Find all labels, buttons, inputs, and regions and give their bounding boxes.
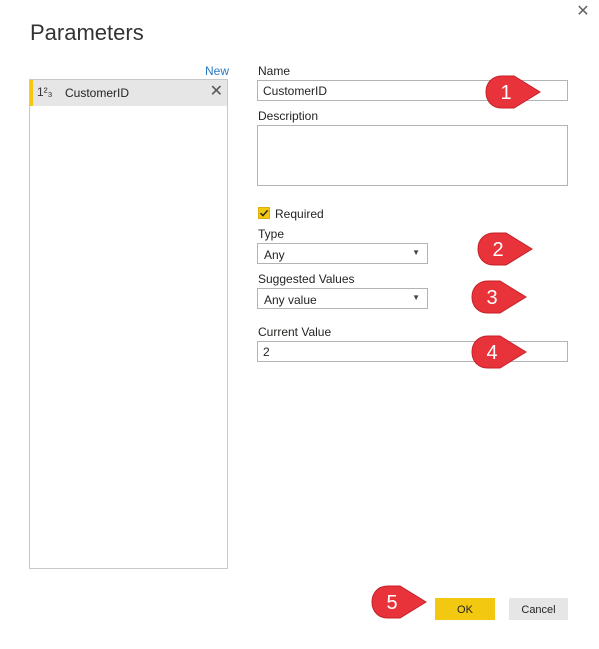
checkmark-icon: [259, 209, 269, 217]
remove-icon[interactable]: ✕: [210, 83, 223, 101]
callout-marker-1: 1: [485, 75, 541, 109]
callout-number-5: 5: [386, 592, 397, 614]
new-parameter-link[interactable]: New: [205, 64, 229, 78]
callout-marker-3: 3: [471, 280, 527, 314]
suggested-values-dropdown[interactable]: Any value ▼: [257, 288, 428, 309]
callout-marker-5: 5: [371, 585, 427, 619]
parameter-list: 1²₃ CustomerID ✕: [29, 79, 228, 569]
suggested-values-dropdown-value: Any value: [264, 293, 317, 307]
callout-number-4: 4: [486, 342, 497, 364]
number-type-icon: 1²₃: [37, 85, 53, 99]
cancel-button[interactable]: Cancel: [509, 598, 568, 620]
description-textarea[interactable]: [257, 125, 568, 186]
close-icon[interactable]: ✕: [575, 4, 591, 20]
description-label: Description: [258, 109, 319, 123]
chevron-down-icon: ▼: [412, 248, 420, 257]
type-label: Type: [258, 227, 285, 241]
required-checkbox[interactable]: [258, 207, 270, 219]
callout-marker-2: 2: [477, 232, 533, 266]
callout-number-1: 1: [500, 82, 511, 104]
type-dropdown-value: Any: [264, 248, 285, 262]
callout-number-2: 2: [492, 239, 503, 261]
callout-number-3: 3: [486, 287, 497, 309]
type-dropdown[interactable]: Any ▼: [257, 243, 428, 264]
suggested-values-label: Suggested Values: [258, 272, 355, 286]
ok-button[interactable]: OK: [435, 598, 495, 620]
current-value-label: Current Value: [258, 325, 332, 339]
name-label: Name: [258, 64, 291, 78]
callout-marker-4: 4: [471, 335, 527, 369]
required-label: Required: [275, 207, 324, 221]
list-item-customerid[interactable]: 1²₃ CustomerID ✕: [30, 80, 227, 106]
dialog-title: Parameters: [30, 20, 144, 45]
list-item-label: CustomerID: [65, 86, 130, 100]
chevron-down-icon: ▼: [412, 293, 420, 302]
